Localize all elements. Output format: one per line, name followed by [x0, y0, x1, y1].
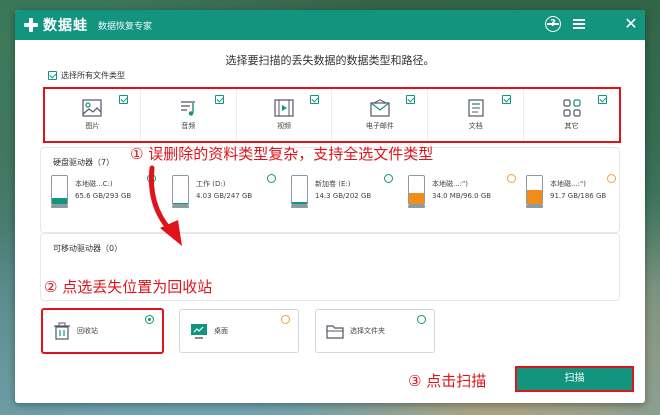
document-icon — [468, 99, 484, 117]
video-icon — [274, 99, 294, 117]
drive-radio[interactable] — [607, 174, 616, 183]
desktop-icon — [191, 324, 207, 339]
type-label: 图片 — [85, 122, 100, 130]
file-type-document[interactable]: 文档 — [428, 89, 525, 141]
annotation-step2: ② 点选丢失位置为回收站 — [44, 278, 213, 296]
page-heading: 选择要扫描的丢失数据的数据类型和路径。 — [225, 54, 435, 67]
location-radio[interactable] — [281, 315, 290, 324]
type-checkbox[interactable] — [406, 95, 416, 104]
file-type-other[interactable]: 其它 — [524, 89, 619, 141]
drive-name: 工作 (D:) — [196, 180, 226, 188]
drive-item[interactable]: 本地磁...C:) 65.6 GB/293 GB — [51, 170, 151, 210]
drive-icon — [526, 175, 543, 208]
type-label: 视频 — [277, 122, 292, 130]
drive-name: 新加卷 (E:) — [315, 180, 351, 188]
location-radio[interactable] — [417, 315, 426, 324]
drive-radio[interactable] — [267, 174, 276, 183]
scan-button[interactable]: 扫描 — [515, 366, 634, 392]
image-icon — [82, 99, 103, 117]
drive-radio[interactable] — [507, 174, 516, 183]
type-checkbox[interactable] — [214, 95, 224, 104]
type-label: 电子邮件 — [365, 122, 394, 130]
drive-size: 91.7 GB/186 GB — [550, 192, 607, 200]
type-label: 音频 — [181, 122, 196, 130]
location-select-folder[interactable]: 选择文件夹 — [315, 309, 435, 353]
location-recycle-bin[interactable]: 回收站 — [41, 308, 164, 354]
type-checkbox[interactable] — [118, 95, 128, 104]
annotation-step3: ③ 点击扫描 — [408, 372, 487, 390]
drive-icon — [291, 175, 308, 208]
annotation-arrow-icon — [148, 165, 182, 246]
checkbox-icon[interactable] — [48, 71, 57, 80]
title-bar: 数据蛙 数据恢复专家 ? ✕ — [15, 10, 645, 40]
drive-radio[interactable] — [384, 174, 393, 183]
drive-name: 本地磁...:") — [432, 180, 468, 188]
location-label: 选择文件夹 — [350, 327, 385, 335]
drive-size: 14.3 GB/202 GB — [315, 192, 372, 200]
drive-item[interactable]: 新加卷 (E:) 14.3 GB/202 GB — [291, 170, 391, 210]
file-type-audio[interactable]: 音频 — [141, 89, 237, 141]
location-radio[interactable] — [145, 315, 154, 324]
file-type-image[interactable]: 图片 — [45, 89, 141, 141]
select-all-label: 选择所有文件类型 — [61, 71, 125, 80]
menu-icon[interactable] — [571, 16, 587, 32]
grid-icon — [562, 99, 581, 117]
drive-size: 4.03 GB/247 GB — [196, 192, 253, 200]
removable-drives-title: 可移动驱动器（0） — [53, 244, 123, 253]
file-type-selector: 图片 音频 视频 电子邮件 文档 其它 — [43, 87, 621, 143]
email-icon — [370, 99, 390, 117]
select-all-checkbox[interactable]: 选择所有文件类型 — [48, 70, 125, 81]
type-checkbox[interactable] — [597, 95, 607, 104]
logo-plus-icon — [23, 17, 39, 33]
app-name: 数据蛙 — [43, 18, 88, 34]
location-label: 桌面 — [214, 327, 228, 335]
minimize-icon[interactable] — [547, 16, 613, 32]
type-checkbox[interactable] — [502, 95, 512, 104]
file-type-email[interactable]: 电子邮件 — [332, 89, 429, 141]
type-checkbox[interactable] — [310, 95, 320, 104]
drive-icon — [408, 175, 425, 208]
drive-icon — [51, 175, 68, 208]
app-subtitle: 数据恢复专家 — [98, 21, 153, 32]
window-controls: ? ✕ — [545, 16, 639, 32]
type-label: 其它 — [564, 122, 579, 130]
hard-drives-title: 硬盘驱动器（7） — [53, 158, 115, 167]
drive-name: 本地磁...C:) — [75, 180, 113, 188]
drive-size: 34.0 MB/96.0 GB — [432, 192, 492, 200]
drive-item[interactable]: 本地磁...:") 34.0 MB/96.0 GB — [408, 170, 508, 210]
drive-size: 65.6 GB/293 GB — [75, 192, 132, 200]
drive-name: 本地磁...:") — [550, 180, 586, 188]
music-icon — [181, 101, 196, 116]
location-label: 回收站 — [77, 327, 98, 335]
app-window: 数据蛙 数据恢复专家 ? ✕ 选择要扫描的丢失数据的数据类型和路径。 选择所有文… — [15, 10, 645, 403]
location-desktop[interactable]: 桌面 — [179, 309, 299, 353]
close-icon[interactable]: ✕ — [623, 16, 639, 32]
type-label: 文档 — [468, 122, 483, 130]
folder-icon — [326, 325, 344, 339]
file-type-video[interactable]: 视频 — [237, 89, 333, 141]
recycle-bin-icon — [54, 322, 70, 340]
